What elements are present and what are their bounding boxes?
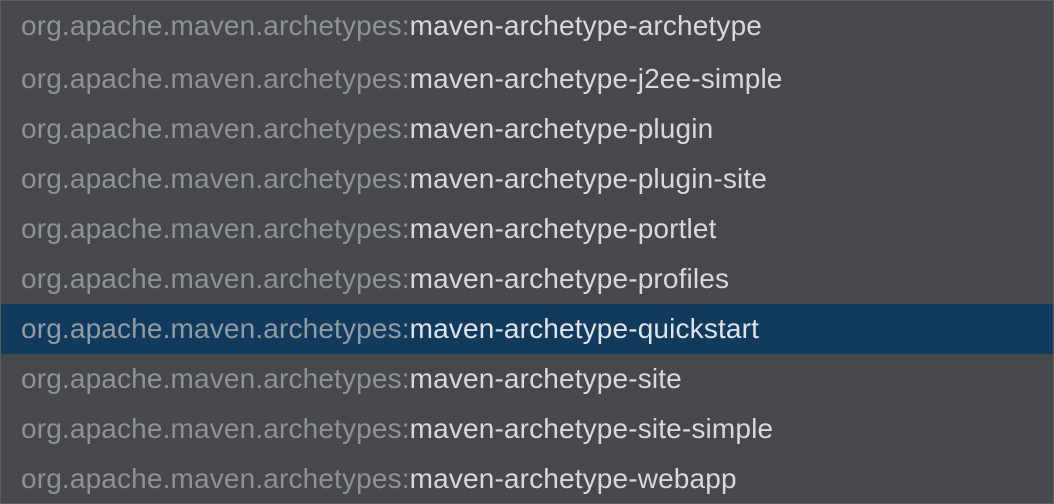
archetype-group-id: org.apache.maven.archetypes:: [21, 463, 410, 494]
archetype-group-id: org.apache.maven.archetypes:: [21, 10, 410, 41]
archetype-artifact-id: maven-archetype-webapp: [409, 463, 737, 494]
archetype-item-plugin[interactable]: org.apache.maven.archetypes: maven-archet…: [1, 104, 1053, 154]
archetype-group-id: org.apache.maven.archetypes:: [21, 213, 410, 244]
archetype-list[interactable]: org.apache.maven.archetypes: maven-archet…: [0, 0, 1054, 504]
archetype-item-quickstart[interactable]: org.apache.maven.archetypes: maven-archet…: [1, 304, 1053, 354]
archetype-item-archetype[interactable]: org.apache.maven.archetypes: maven-archet…: [1, 1, 1053, 54]
archetype-group-id: org.apache.maven.archetypes:: [21, 363, 410, 394]
archetype-artifact-id: maven-archetype-portlet: [409, 213, 717, 244]
archetype-item-portlet[interactable]: org.apache.maven.archetypes: maven-archet…: [1, 204, 1053, 254]
archetype-artifact-id: maven-archetype-profiles: [409, 263, 730, 294]
archetype-item-site[interactable]: org.apache.maven.archetypes: maven-archet…: [1, 354, 1053, 404]
archetype-group-id: org.apache.maven.archetypes:: [21, 413, 410, 444]
archetype-group-id: org.apache.maven.archetypes:: [21, 263, 410, 294]
archetype-group-id: org.apache.maven.archetypes:: [21, 163, 410, 194]
archetype-group-id: org.apache.maven.archetypes:: [21, 63, 410, 94]
archetype-item-webapp[interactable]: org.apache.maven.archetypes: maven-archet…: [1, 454, 1053, 503]
archetype-artifact-id: maven-archetype-quickstart: [409, 313, 760, 344]
archetype-item-plugin-site[interactable]: org.apache.maven.archetypes: maven-archet…: [1, 154, 1053, 204]
archetype-artifact-id: maven-archetype-archetype: [409, 10, 763, 41]
archetype-item-j2ee-simple[interactable]: org.apache.maven.archetypes: maven-archet…: [1, 54, 1053, 104]
archetype-group-id: org.apache.maven.archetypes:: [21, 113, 410, 144]
archetype-item-profiles[interactable]: org.apache.maven.archetypes: maven-archet…: [1, 254, 1053, 304]
archetype-artifact-id: maven-archetype-plugin: [409, 113, 714, 144]
archetype-group-id: org.apache.maven.archetypes:: [21, 313, 410, 344]
archetype-artifact-id: maven-archetype-site-simple: [409, 413, 774, 444]
archetype-artifact-id: maven-archetype-j2ee-simple: [409, 63, 783, 94]
archetype-artifact-id: maven-archetype-site: [409, 363, 682, 394]
archetype-item-site-simple[interactable]: org.apache.maven.archetypes: maven-archet…: [1, 404, 1053, 454]
archetype-artifact-id: maven-archetype-plugin-site: [409, 163, 767, 194]
